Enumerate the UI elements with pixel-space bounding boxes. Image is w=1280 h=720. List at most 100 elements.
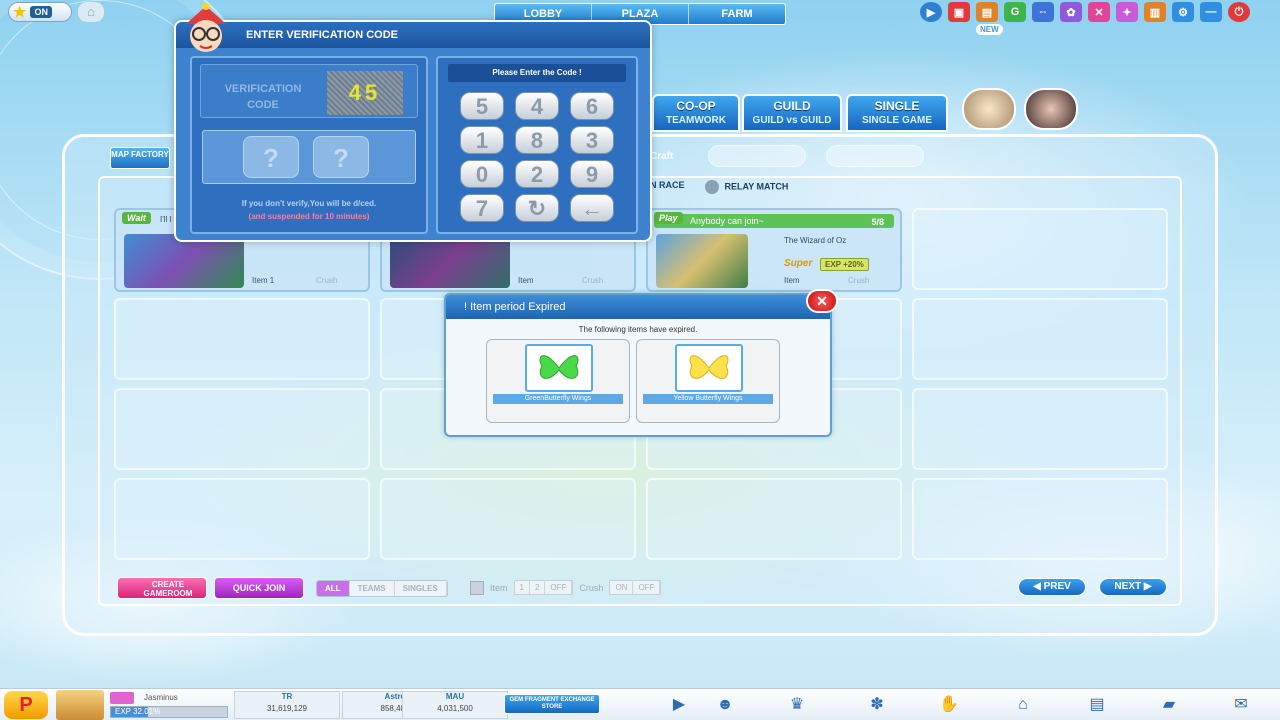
book-icon[interactable]: ▤ [976, 2, 998, 22]
room-item-setting: Item 1 [252, 276, 275, 285]
room-crush-setting: Crush [582, 276, 604, 285]
stat-label: MAU [445, 692, 465, 701]
people-icon[interactable]: ☻ [714, 695, 736, 715]
tab-title: SINGLE [874, 99, 920, 113]
key-1[interactable]: 1 [460, 126, 504, 154]
map-thumbnail [124, 234, 244, 288]
tab-title: GUILD [773, 99, 811, 113]
item-opt-1[interactable]: 1 [515, 581, 530, 594]
play-icon[interactable]: ▶ [668, 695, 690, 715]
code-slot-2: ? [313, 136, 369, 178]
hat-icon[interactable]: ⌂ [78, 2, 104, 22]
key-7[interactable]: 7 [460, 194, 504, 222]
level-badge [110, 692, 134, 704]
item-opt-off[interactable]: OFF [545, 581, 573, 594]
arrows-icon[interactable]: ⇔ [1032, 2, 1054, 22]
tab-coop[interactable]: CO-OP TEAMWORK [652, 94, 740, 132]
verification-title: ENTER VERIFICATION CODE [176, 22, 650, 48]
username: Jasminus [144, 693, 178, 702]
crush-label: Crush [579, 582, 604, 593]
keypad-panel: Please Enter the Code ! 5 4 6 1 8 3 0 2 … [436, 56, 638, 234]
tab-single[interactable]: SINGLE SINGLE GAME [846, 94, 948, 132]
room-card[interactable]: Anybody can join~ Play 5/8 The Wizard of… [646, 208, 902, 292]
star-icon[interactable]: ✦ [1116, 2, 1138, 22]
key-6[interactable]: 6 [570, 92, 614, 120]
item-filter: Item 1 2 OFF Crush ON OFF [470, 580, 662, 595]
shop-icon[interactable]: ⌂ [1012, 695, 1034, 715]
cart-icon[interactable]: ▰ [1158, 695, 1180, 715]
radio-icon [704, 180, 719, 194]
craft-label: Craft [650, 151, 674, 162]
expired-message: The following items have expired. [578, 325, 698, 334]
race-filter[interactable]: N RACE [650, 180, 685, 194]
settings-icon[interactable]: ⚙ [1172, 2, 1194, 22]
filter-singles[interactable]: SINGLES [395, 581, 447, 596]
cross-icon[interactable]: ✕ [1088, 2, 1110, 22]
p-badge[interactable]: P [4, 691, 48, 719]
empty-room-slot [912, 298, 1168, 380]
filter-pill[interactable] [826, 145, 924, 167]
filter-all[interactable]: ALL [317, 581, 350, 596]
refresh-key-icon[interactable]: ↻ [515, 194, 559, 222]
crush-opt-off[interactable]: OFF [633, 581, 661, 594]
play-icon[interactable]: ▶ [920, 2, 942, 22]
prev-label: PREV [1043, 581, 1071, 592]
code-entry-slots: ? ? [202, 130, 416, 184]
tab-subtitle: SINGLE GAME [861, 115, 932, 126]
crush-opt-on[interactable]: ON [610, 581, 634, 594]
captcha-image: 45 [327, 71, 403, 115]
relay-filter[interactable]: RELAY MATCH [704, 180, 789, 194]
emblem-icon[interactable] [962, 88, 1016, 130]
g-icon[interactable]: G [1004, 2, 1026, 22]
key-8[interactable]: 8 [515, 126, 559, 154]
key-0[interactable]: 0 [460, 160, 504, 188]
character-icon[interactable] [1024, 88, 1078, 130]
quick-join-button[interactable]: QUICK JOIN [214, 577, 304, 599]
gear-flower-icon[interactable]: ✿ [1060, 2, 1082, 22]
expired-item: Yellow Butterfly Wings [636, 339, 780, 423]
expired-item: GreenButterfly Wings [486, 339, 630, 423]
create-gameroom-button[interactable]: CREATE GAMEROOM [117, 577, 207, 599]
close-icon[interactable]: ✕ [806, 289, 838, 313]
map-factory-button[interactable]: MAP FACTORY [110, 147, 170, 169]
stat-value: 31,619,129 [266, 704, 308, 713]
item-options: 1 2 OFF [513, 580, 574, 595]
tab-guild[interactable]: GUILD GUILD vs GUILD [742, 94, 842, 132]
avatar[interactable] [56, 690, 104, 720]
briefcase-icon[interactable]: ▤ [1086, 695, 1108, 715]
top-icon-bar: ▶ ▣ ▤ G ⇔ ✿ ✕ ✦ ▥ ⚙ — ⏻ [920, 2, 1250, 22]
stat-tr: TR 31,619,129 [234, 691, 340, 719]
map-thumbnail [656, 234, 748, 288]
paw-icon[interactable]: ✽ [866, 695, 888, 715]
room-crush-setting: Crush [316, 276, 338, 285]
key-3[interactable]: 3 [570, 126, 614, 154]
item-checkbox[interactable] [470, 580, 484, 595]
prev-page-button[interactable]: ◀ PREV [1018, 578, 1086, 596]
key-5[interactable]: 5 [460, 92, 504, 120]
stat-value: 4,031,500 [437, 704, 473, 713]
filter-pill[interactable] [708, 145, 806, 167]
trophy-icon[interactable]: ♛ [786, 695, 808, 715]
filter-teams[interactable]: TEAMS [350, 581, 395, 596]
minimize-icon[interactable]: — [1200, 2, 1222, 22]
gem-store-button[interactable]: GEM FRAGMENT EXCHANGE STORE [504, 694, 600, 714]
relay-label: RELAY MATCH [724, 181, 789, 192]
item-opt-2[interactable]: 2 [530, 581, 546, 594]
nav-farm[interactable]: FARM [689, 4, 785, 24]
status-toggle[interactable]: ★ ON [8, 2, 72, 22]
star-icon: ★ [13, 3, 27, 21]
key-9[interactable]: 9 [570, 160, 614, 188]
next-page-button[interactable]: NEXT ▶ [1099, 578, 1167, 596]
new-badge: NEW [976, 24, 1003, 35]
chat-icon[interactable]: ✉ [1230, 695, 1252, 715]
book2-icon[interactable]: ▥ [1144, 2, 1166, 22]
power-icon[interactable]: ⏻ [1228, 2, 1250, 22]
room-type-filter: ALL TEAMS SINGLES [316, 580, 448, 597]
handshake-icon[interactable]: ✋ [938, 695, 960, 715]
lock-icon[interactable]: ▣ [948, 2, 970, 22]
backspace-key-icon[interactable]: ← [570, 194, 614, 222]
key-4[interactable]: 4 [515, 92, 559, 120]
item-label: Item [490, 582, 508, 593]
jester-mascot-icon [186, 4, 226, 52]
key-2[interactable]: 2 [515, 160, 559, 188]
